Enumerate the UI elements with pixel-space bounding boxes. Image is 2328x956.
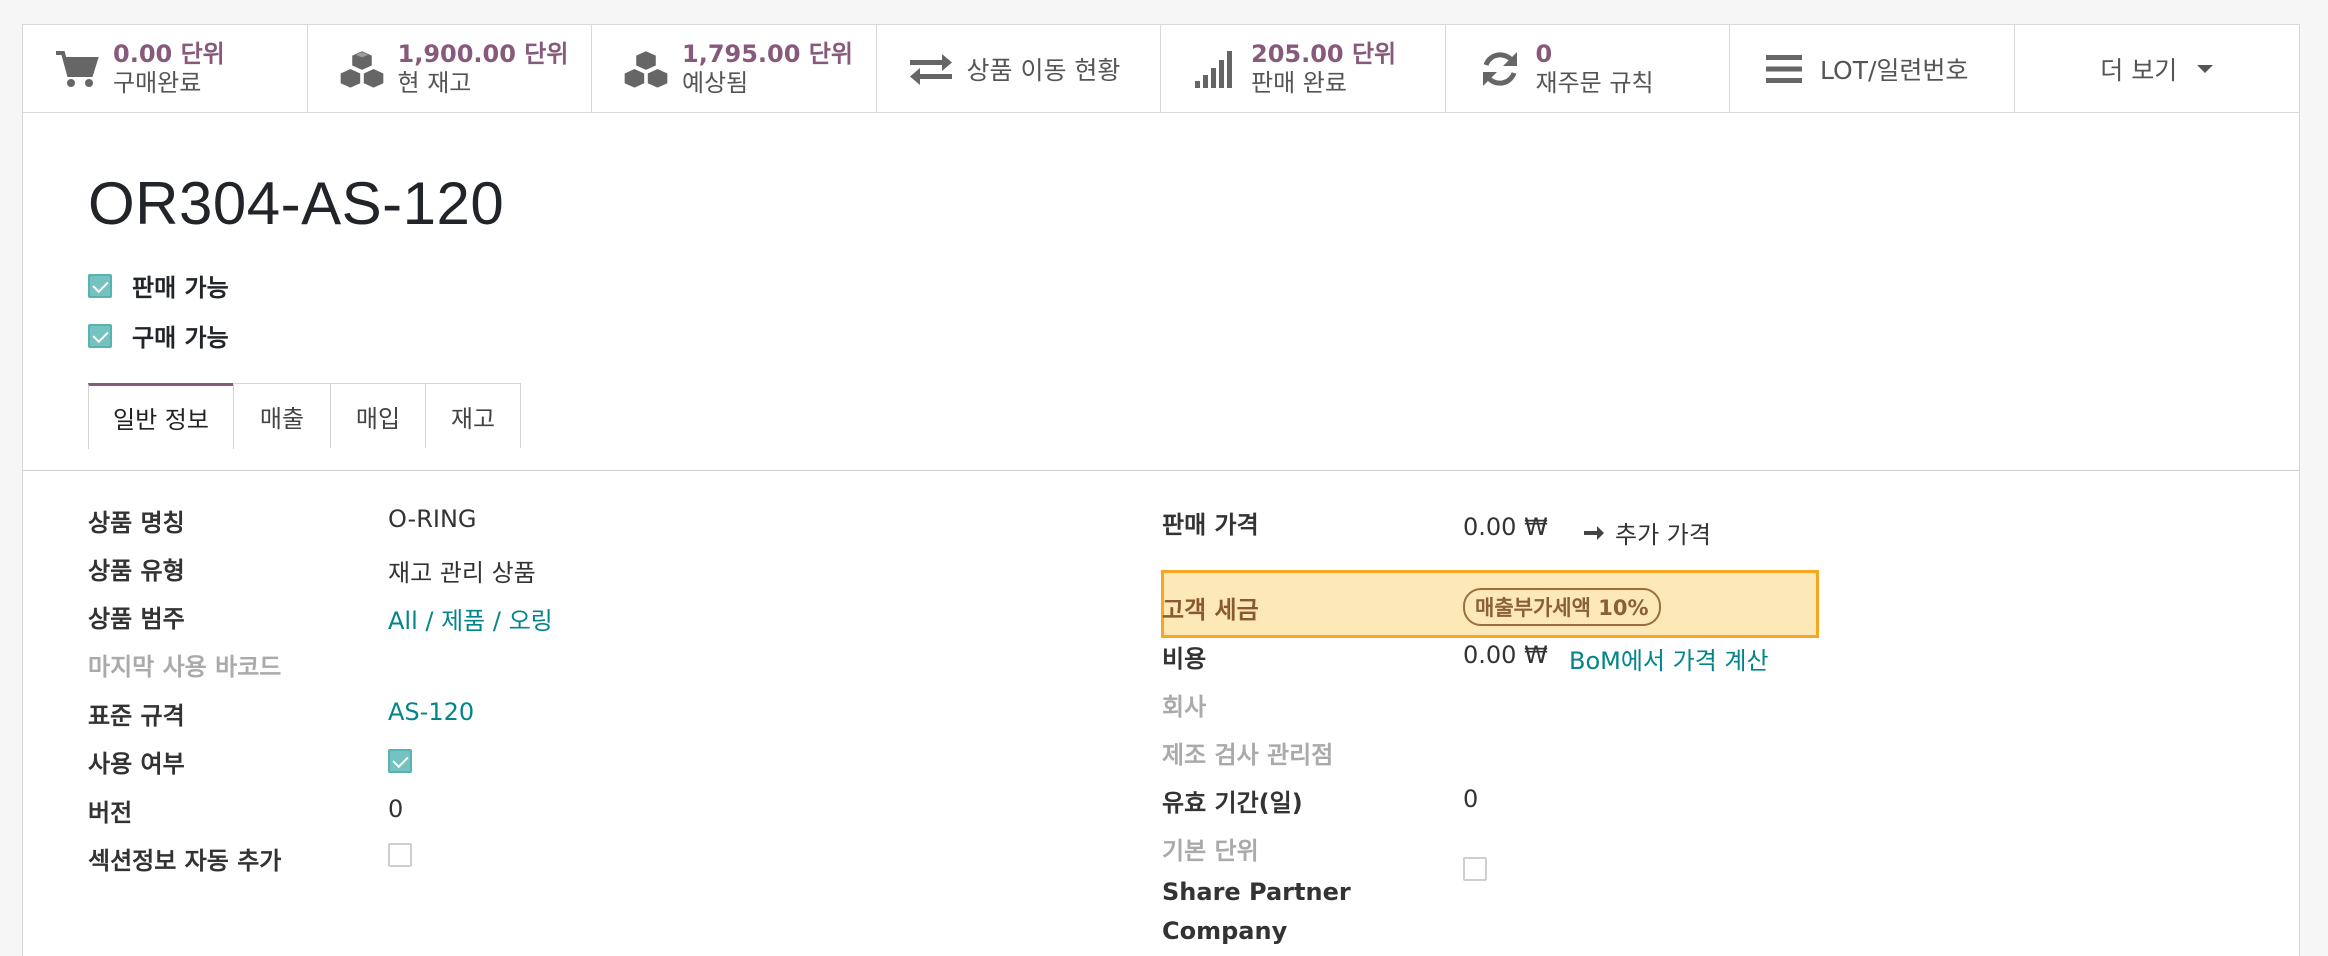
product-moves-button[interactable]: 상품 이동 현황 [877,25,1161,113]
tab-general-info[interactable]: 일반 정보 [88,383,234,449]
can-be-purchased-label: 구매 가능 [132,324,229,352]
exchange-icon [907,45,955,93]
can-be-sold-checkbox[interactable] [88,273,112,298]
cost-value[interactable]: 0.00 ₩ [1463,641,1548,669]
sold-value: 205.00 단위 [1251,40,1397,68]
forecasted-value: 1,795.00 단위 [682,40,853,68]
refresh-icon [1476,45,1524,93]
section-auto-label: 섹션정보 자동 추가 [88,847,282,875]
validity-value[interactable]: 0 [1463,785,1478,813]
reorder-value: 0 [1535,40,1553,68]
cubes-icon [338,45,386,93]
can-be-sold-label: 판매 가능 [132,274,229,302]
company-label: 회사 [1162,693,1207,721]
compute-bom-price-link[interactable]: BoM에서 가격 계산 [1569,641,1769,676]
purchased-value: 0.00 단위 [113,40,225,68]
product-title: OR304-AS-120 [88,170,505,237]
arrow-right-icon [1584,525,1604,540]
on-hand-button[interactable]: 1,900.00 단위 현 재고 [308,25,592,113]
can-be-purchased-checkbox[interactable] [88,323,112,348]
version-value[interactable]: 0 [388,795,403,823]
tab-purchase[interactable]: 매입 [330,383,426,448]
tab-sales[interactable]: 매출 [233,383,331,448]
forecasted-button[interactable]: 1,795.00 단위 예상됨 [592,25,877,113]
can-be-purchased-row: 구매 가능 [88,318,229,353]
tab-inventory[interactable]: 재고 [425,383,521,448]
active-label: 사용 여부 [88,750,185,778]
bars-icon [1760,45,1808,93]
share-partner-label-line1: Share Partner [1162,878,1351,906]
purchased-button[interactable]: 0.00 단위 구매완료 [23,25,308,113]
standard-label: 표준 규격 [88,702,185,730]
standard-link[interactable]: AS-120 [388,698,474,726]
more-label: 더 보기 [2100,56,2178,85]
customer-tax-label: 고객 세금 [1162,596,1259,624]
sold-button[interactable]: 205.00 단위 판매 완료 [1161,25,1446,113]
lot-serial-button[interactable]: LOT/일련번호 [1730,25,2015,113]
sales-price-value[interactable]: 0.00 ₩ [1463,513,1548,541]
category-label: 상품 범주 [88,605,185,633]
cart-icon [53,45,101,93]
product-type-value[interactable]: 재고 관리 상품 [388,553,536,588]
more-button[interactable]: 더 보기 [2015,25,2300,113]
section-auto-checkbox[interactable] [388,843,412,867]
active-checkbox[interactable] [388,749,412,773]
sold-label: 판매 완료 [1251,69,1347,97]
can-be-sold-row: 판매 가능 [88,268,229,303]
product-name-label: 상품 명칭 [88,509,185,537]
version-label: 버전 [88,799,133,827]
product-type-label: 상품 유형 [88,557,185,585]
caret-down-icon [2197,65,2214,73]
smart-button-box: 0.00 단위 구매완료 1,900.00 단위 현 재고 1,795.00 단… [23,25,2299,113]
product-form-sheet: 0.00 단위 구매완료 1,900.00 단위 현 재고 1,795.00 단… [22,24,2300,956]
customer-tax-tag[interactable]: 매출부가세액 10% [1463,588,1661,626]
forecasted-label: 예상됨 [682,69,749,97]
extra-price-label: 추가 가격 [1615,521,1711,549]
on-hand-value: 1,900.00 단위 [397,40,569,68]
barcode-label: 마지막 사용 바코드 [88,653,282,681]
uom-label: 기본 단위 [1162,837,1259,865]
reorder-label: 재주문 규칙 [1535,69,1654,97]
inspection-label: 제조 검사 관리점 [1162,741,1334,769]
share-partner-checkbox[interactable] [1463,857,1487,881]
signal-icon [1191,45,1239,93]
cubes-icon [622,45,670,93]
sales-price-label: 판매 가격 [1162,511,1259,539]
product-moves-label: 상품 이동 현황 [966,56,1121,85]
lot-serial-label: LOT/일련번호 [1820,56,1969,85]
reorder-rules-button[interactable]: 0 재주문 규칙 [1446,25,1730,113]
notebook-tabs: 일반 정보 매출 매입 재고 [23,383,2299,471]
cost-label: 비용 [1162,645,1207,673]
category-link[interactable]: All / 제품 / 오링 [388,601,553,636]
extra-price-link[interactable]: 추가 가격 [1583,515,1711,550]
on-hand-label: 현 재고 [397,69,472,97]
share-partner-label-line2: Company [1162,917,1288,945]
purchased-label: 구매완료 [113,69,202,97]
validity-label: 유효 기간(일) [1162,789,1303,817]
product-name-value[interactable]: O-RING [388,505,477,533]
